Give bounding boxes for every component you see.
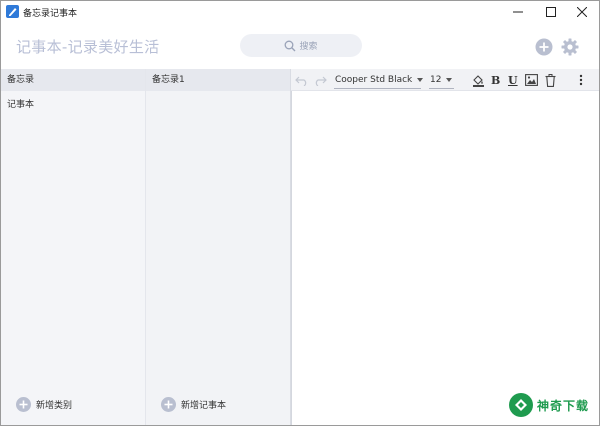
plus-icon: [161, 397, 176, 412]
plus-icon: [16, 397, 31, 412]
window-title: 备忘录记事本: [23, 9, 78, 19]
category-panel: 备忘录 记事本 新增类别: [1, 69, 146, 425]
close-icon: [577, 7, 587, 17]
font-size-underline: [429, 88, 454, 89]
brand-title: 记事本-记录美好生活: [16, 38, 160, 56]
add-category-button[interactable]: 新增类别: [16, 397, 72, 412]
search-icon: [285, 40, 296, 51]
watermark-logo-icon: [509, 393, 533, 417]
insert-image-button[interactable]: [525, 72, 538, 88]
delete-button[interactable]: [545, 72, 556, 88]
minimize-icon: [513, 11, 523, 13]
search-input[interactable]: 搜索: [240, 34, 362, 57]
bold-label: B: [491, 73, 501, 87]
trash-icon: [545, 73, 556, 87]
fill-color-icon: [473, 74, 484, 87]
app-icon: [6, 5, 19, 18]
fill-color-button[interactable]: [472, 72, 485, 88]
add-category-label: 新增类别: [36, 401, 73, 411]
minimize-button[interactable]: [501, 1, 535, 23]
image-icon: [525, 74, 538, 86]
app-window: 备忘录记事本 记事本-记录美好生活 搜索 备忘录 记事本 新增类别 备忘录1 新…: [0, 0, 600, 426]
more-options-button[interactable]: [579, 72, 583, 88]
category-item[interactable]: 记事本: [7, 97, 34, 110]
maximize-button[interactable]: [534, 1, 568, 23]
redo-icon: [315, 76, 327, 86]
add-button[interactable]: [535, 38, 553, 56]
search-placeholder: 搜索: [299, 42, 318, 52]
close-button[interactable]: [565, 1, 599, 23]
editor-panel: Cooper Std Black 12 B U: [291, 69, 599, 425]
add-note-label: 新增记事本: [181, 401, 227, 411]
title-bar: 备忘录记事本: [1, 1, 599, 23]
font-size-select[interactable]: 12: [430, 72, 453, 88]
font-family-select[interactable]: Cooper Std Black: [335, 72, 424, 88]
undo-button[interactable]: [295, 72, 309, 88]
format-toolbar: Cooper Std Black 12 B U: [291, 69, 599, 91]
underline-label: U: [508, 73, 518, 87]
notes-panel: 备忘录1 新增记事本: [146, 69, 291, 425]
chevron-down-icon: [446, 78, 453, 82]
add-note-button[interactable]: 新增记事本: [161, 397, 226, 412]
note-editor-area[interactable]: [291, 91, 599, 425]
app-header: 记事本-记录美好生活 搜索: [1, 23, 599, 69]
notes-header: 备忘录1: [146, 69, 290, 91]
watermark-text: 神奇下载: [537, 398, 590, 413]
font-family-underline: [334, 88, 421, 89]
category-header: 备忘录: [1, 69, 145, 91]
add-icon: [535, 38, 553, 56]
undo-icon: [295, 76, 307, 86]
bold-button[interactable]: B: [491, 72, 500, 88]
underline-button[interactable]: U: [508, 72, 518, 88]
font-size-value: 12: [430, 75, 442, 85]
settings-button[interactable]: [561, 38, 579, 56]
redo-button[interactable]: [313, 72, 327, 88]
chevron-down-icon: [417, 78, 424, 82]
watermark: 神奇下载: [509, 393, 589, 417]
gear-icon: [561, 38, 579, 56]
font-family-value: Cooper Std Black: [335, 75, 413, 85]
maximize-icon: [546, 7, 556, 17]
more-icon: [579, 74, 583, 86]
